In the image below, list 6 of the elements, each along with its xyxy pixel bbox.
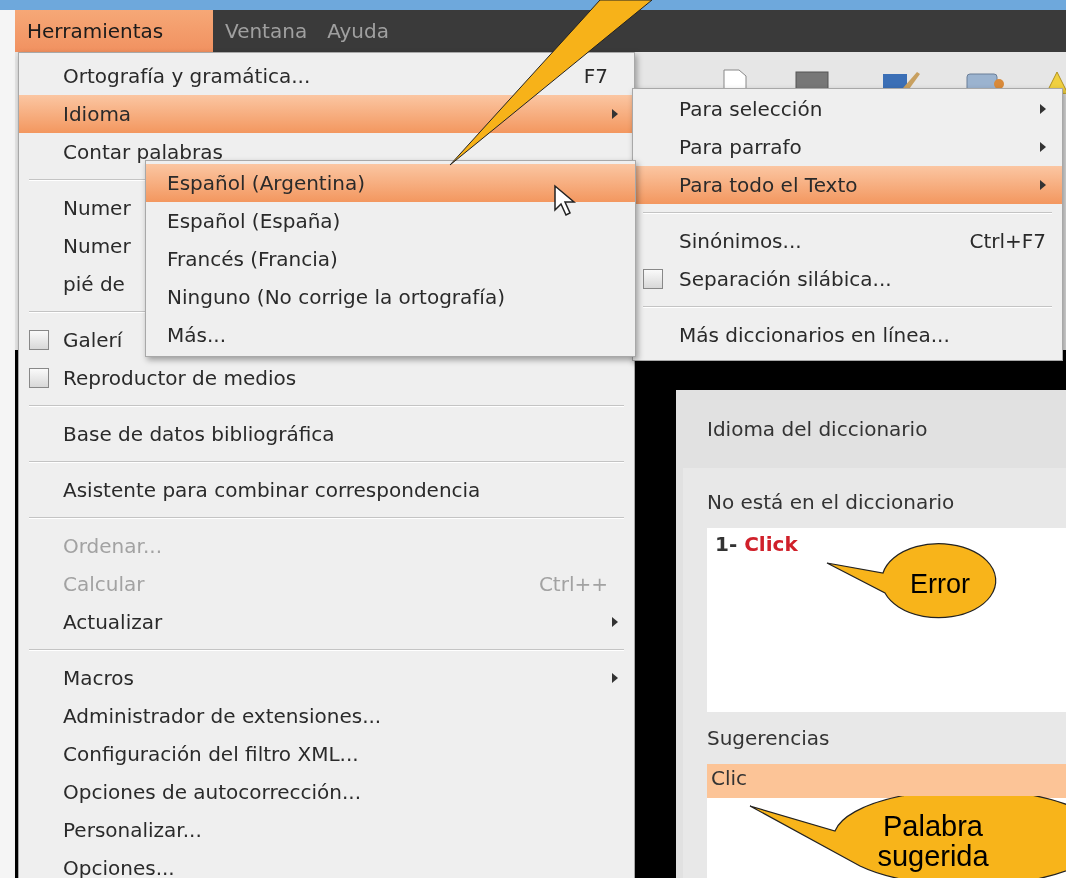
sentence-text: 1- Click <box>715 532 798 556</box>
callout-text: Error <box>910 569 970 599</box>
callout-text: Palabra sugerida <box>877 810 989 872</box>
dictionary-language-label: Idioma del diccionario <box>707 417 928 441</box>
suggestions-label: Sugerencias <box>707 726 831 750</box>
not-in-dictionary-label: No está en el diccionario <box>707 490 956 514</box>
